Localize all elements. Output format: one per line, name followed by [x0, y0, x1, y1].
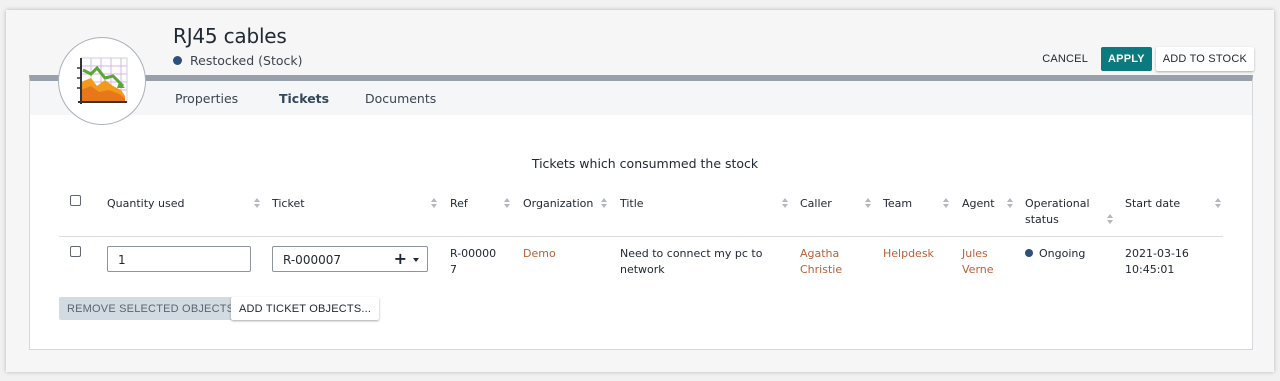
sort-icon[interactable]: [1215, 198, 1221, 208]
stock-chart-icon: [77, 57, 128, 104]
column-header-team[interactable]: Team: [883, 196, 912, 212]
sort-icon[interactable]: [943, 198, 949, 208]
caller-link[interactable]: Agatha Christie: [800, 246, 860, 278]
select-all-checkbox[interactable]: [70, 195, 81, 206]
remove-selected-objects-button[interactable]: REMOVE SELECTED OBJECTS: [59, 297, 243, 320]
sort-icon[interactable]: [782, 198, 788, 208]
chevron-down-icon[interactable]: [413, 258, 419, 262]
status-dot-icon: [173, 56, 182, 65]
column-header-caller[interactable]: Caller: [800, 196, 832, 212]
sort-icon[interactable]: [1007, 198, 1013, 208]
apply-button[interactable]: APPLY: [1101, 47, 1152, 71]
status-text: Restocked (Stock): [190, 53, 303, 68]
title-cell: Need to connect my pc to network: [620, 247, 763, 276]
add-to-stock-button[interactable]: ADD TO STOCK: [1155, 47, 1254, 71]
sort-icon[interactable]: [1107, 214, 1113, 224]
object-logo: [58, 37, 146, 125]
agent-link[interactable]: Jules Verne: [962, 246, 1002, 278]
cancel-button[interactable]: CANCEL: [1035, 47, 1095, 71]
team-link[interactable]: Helpdesk: [883, 246, 934, 262]
column-header-ref[interactable]: Ref: [450, 196, 468, 212]
column-header-operational-status[interactable]: Operational status: [1025, 196, 1105, 228]
section-title: Tickets which consummed the stock: [531, 156, 759, 171]
page-title: RJ45 cables: [173, 24, 287, 48]
row-checkbox[interactable]: [70, 246, 81, 257]
header-actions: CANCEL APPLY ADD TO STOCK: [1035, 47, 1254, 71]
sort-icon[interactable]: [431, 198, 437, 208]
column-header-title[interactable]: Title: [620, 196, 644, 212]
plus-icon[interactable]: +: [394, 249, 407, 268]
sort-icon[interactable]: [601, 198, 607, 208]
column-header-agent[interactable]: Agent: [962, 196, 995, 212]
ticket-select[interactable]: R-000007 +: [272, 246, 428, 272]
quantity-input[interactable]: 1: [107, 246, 251, 272]
tab-documents[interactable]: Documents: [365, 91, 436, 106]
column-header-organization[interactable]: Organization: [523, 196, 593, 212]
start-date-cell: 2021-03-16 10:45:01: [1125, 247, 1189, 276]
status-dot-icon: [1025, 249, 1033, 257]
status-label: Restocked (Stock): [173, 53, 303, 68]
sort-icon[interactable]: [254, 198, 260, 208]
tab-properties[interactable]: Properties: [175, 91, 238, 106]
sort-icon[interactable]: [504, 198, 510, 208]
sort-icon[interactable]: [865, 198, 871, 208]
ticket-select-value: R-000007: [283, 253, 341, 267]
organization-link[interactable]: Demo: [523, 246, 556, 262]
ref-cell: R-000007: [450, 247, 497, 276]
tab-tickets[interactable]: Tickets: [279, 91, 329, 106]
column-header-ticket[interactable]: Ticket: [272, 196, 305, 212]
operational-status-cell: Ongoing: [1025, 246, 1085, 262]
operational-status-text: Ongoing: [1039, 247, 1086, 260]
column-header-quantity[interactable]: Quantity used: [107, 196, 184, 212]
header-divider: [59, 236, 1223, 237]
add-ticket-objects-button[interactable]: ADD TICKET OBJECTS...: [231, 297, 380, 320]
column-header-start-date[interactable]: Start date: [1125, 196, 1180, 212]
